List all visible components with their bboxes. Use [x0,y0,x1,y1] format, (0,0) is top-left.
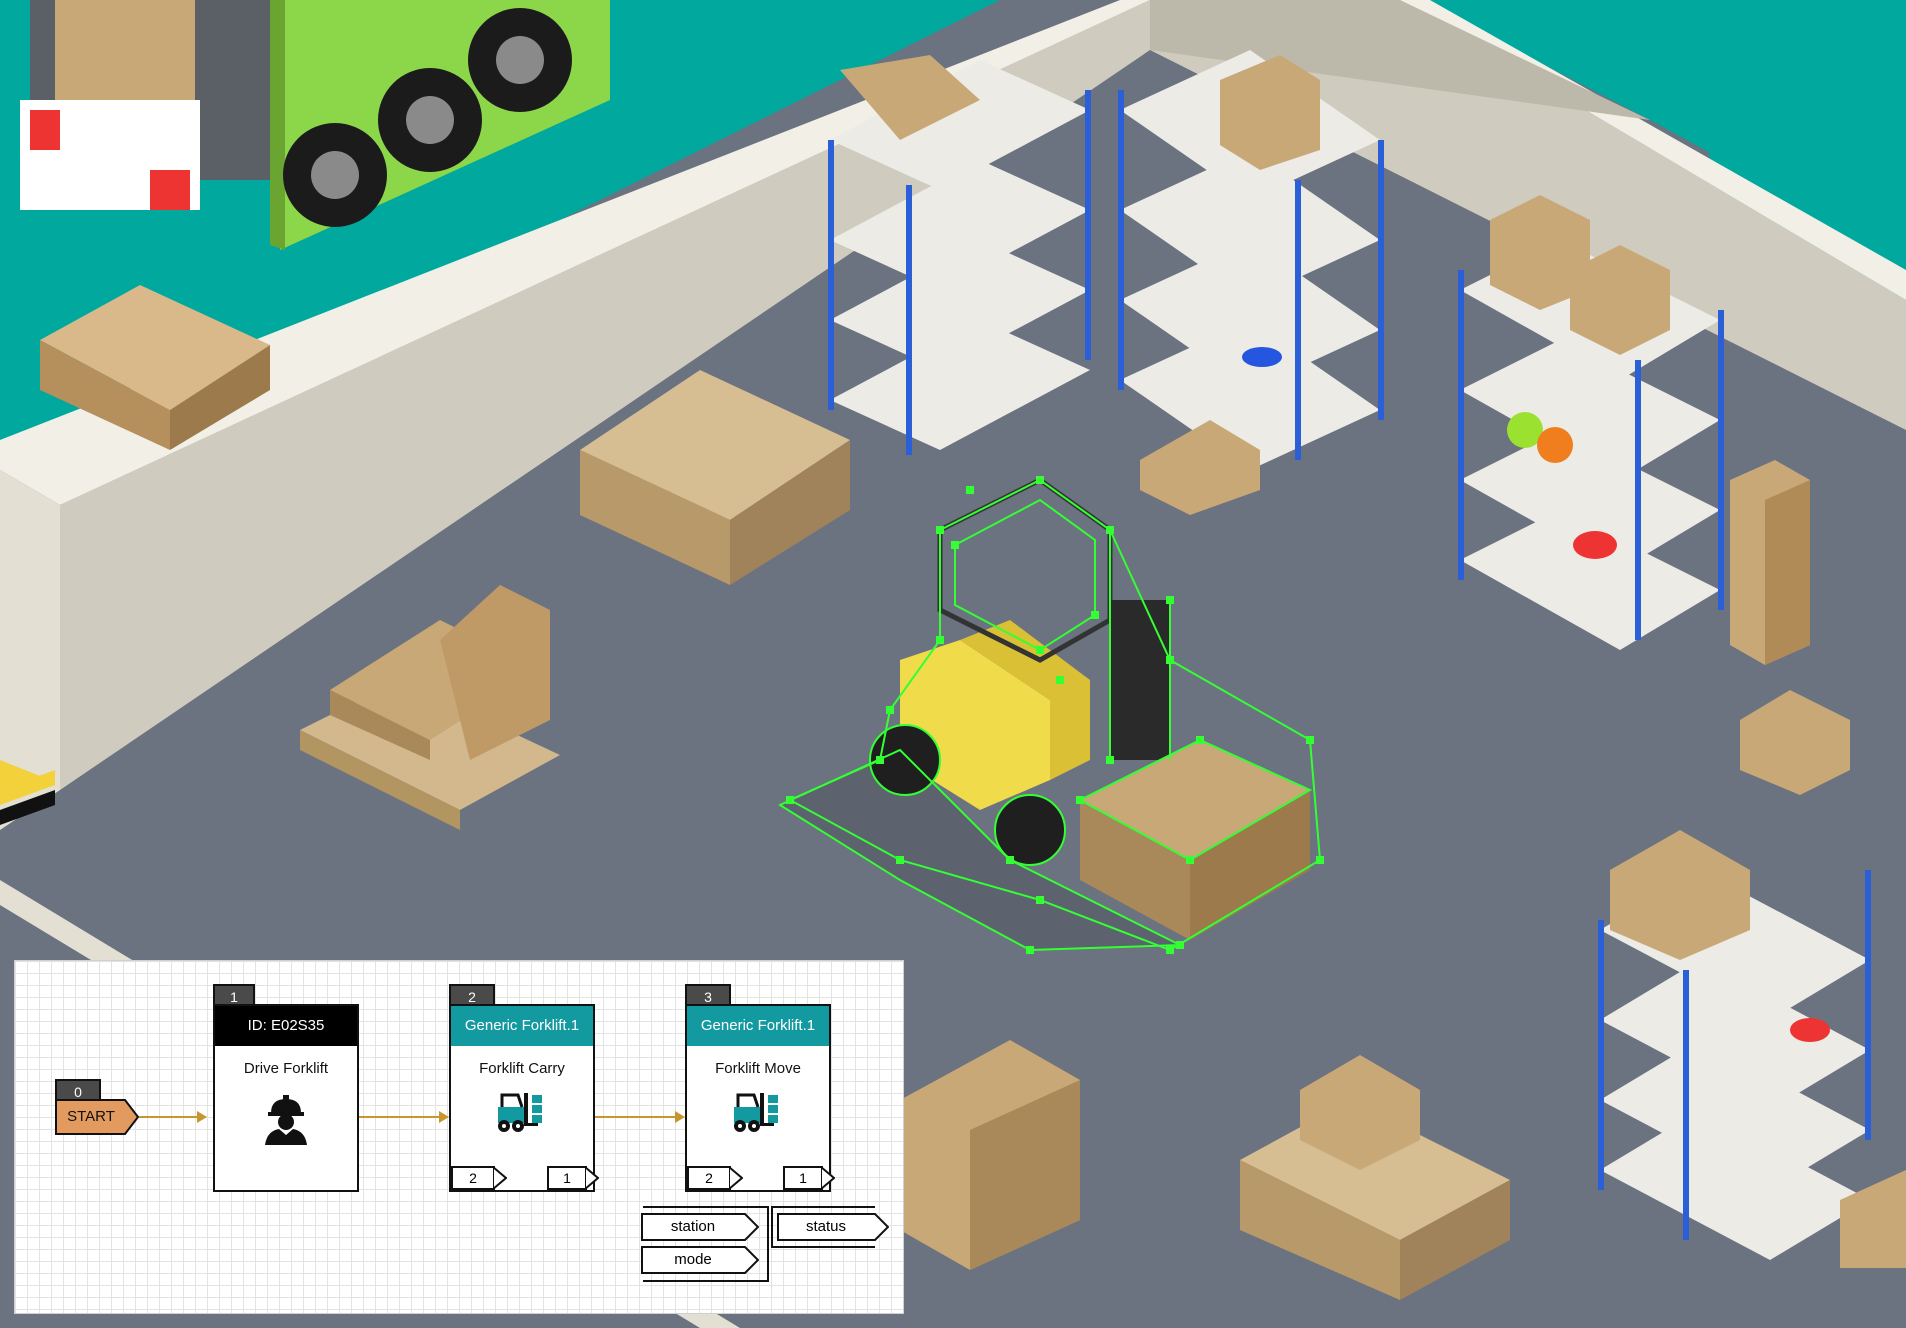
node-3-header: Generic Forklift.1 [687,1006,829,1046]
connector-2-to-3 [595,1111,685,1123]
node-2-port-1-label: 1 [563,1170,571,1186]
process-flow-panel[interactable]: 0 START 1 ID: E02S35 Drive Forklift 2 Ge… [14,960,904,1314]
node-2-index-tab: 2 [449,984,495,1006]
node-forklift-carry[interactable]: Generic Forklift.1 Forklift Carry 2 1 [449,1004,599,1192]
node-1-title: Drive Forklift [243,1060,329,1077]
node-2-port-1[interactable]: 1 [547,1166,599,1190]
node-2-header: Generic Forklift.1 [451,1006,593,1046]
node-3-index-tab: 3 [685,984,731,1006]
variable-mode-label: mode [674,1251,712,1268]
forklift-mast [1110,600,1170,760]
node-3-port-2-label: 2 [705,1170,713,1186]
node-3-port-1-label: 1 [799,1170,807,1186]
node-2-port-2[interactable]: 2 [451,1166,507,1190]
port-arrow-icon [729,1166,743,1190]
node-1-header: ID: E02S35 [215,1006,357,1046]
variable-status[interactable]: status [777,1213,890,1241]
connector-start-to-1 [139,1111,207,1123]
tall-box-right [1730,460,1810,665]
node-2-title: Forklift Carry [479,1060,565,1077]
node-3-port-1[interactable]: 1 [783,1166,835,1190]
node-2-port-2-label: 2 [469,1170,477,1186]
variable-station[interactable]: station [641,1213,760,1241]
connector-1-to-2 [359,1111,449,1123]
forklift-icon [687,1091,829,1133]
node-drive-forklift[interactable]: ID: E02S35 Drive Forklift [213,1004,359,1192]
node-1-index-tab: 1 [213,984,255,1006]
start-node[interactable]: START [55,1099,140,1135]
start-label: START [67,1108,115,1125]
start-index-tab: 0 [55,1079,101,1101]
variable-station-label: station [670,1218,716,1235]
port-arrow-icon [493,1166,507,1190]
node-forklift-move[interactable]: Generic Forklift.1 Forklift Move 2 1 [685,1004,835,1192]
port-arrow-icon [821,1166,835,1190]
variable-mode[interactable]: mode [641,1246,760,1274]
node-3-title: Forklift Move [715,1060,801,1077]
variable-status-label: status [805,1218,847,1235]
node-3-port-2[interactable]: 2 [687,1166,743,1190]
port-arrow-icon [585,1166,599,1190]
worker-icon [215,1091,357,1145]
forklift-icon [451,1091,593,1133]
